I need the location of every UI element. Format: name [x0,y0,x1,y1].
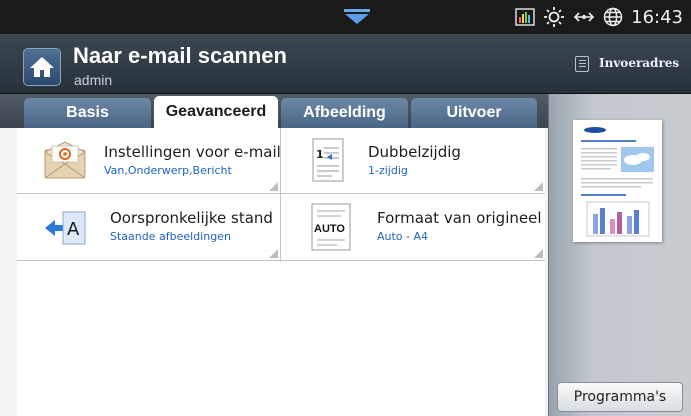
page-title: Naar e-mail scannen [73,43,287,68]
network-arrows-icon [573,12,595,22]
option-label: Formaat van origineel [377,209,542,227]
tab-basis[interactable]: Basis [24,98,151,128]
programs-button[interactable]: Programma's [557,382,683,412]
signal-bars-icon [515,8,535,26]
corner-indicator [269,249,278,258]
preview-panel: Programma's [548,94,691,416]
address-book-icon[interactable] [575,56,589,72]
svg-text:AUTO: AUTO [314,223,345,235]
title-bar: Naar e-mail scannen admin Invoeradres [0,34,691,94]
option-orientation[interactable]: A Oorspronkelijke stand Staande afbeeldi… [17,195,280,261]
preview-page-graphic [581,127,654,237]
document-preview-thumbnail[interactable] [573,120,662,242]
email-envelope-icon [43,141,87,179]
corner-indicator [534,182,543,191]
svg-text:A: A [67,219,80,240]
tab-uitvoer[interactable]: Uitvoer [411,98,537,128]
globe-icon [603,7,623,27]
corner-indicator [269,182,278,191]
option-value: 1-zijdig [368,164,408,177]
option-original-size[interactable]: AUTO Formaat van origineel Auto - A4 [281,195,545,261]
toner-sun-icon [544,7,565,27]
option-label: Instellingen voor e-mail [104,143,281,161]
address-input-link[interactable]: Invoeradres [599,56,679,70]
options-panel: Instellingen voor e-mail Van,Onderwerp,B… [17,128,545,416]
option-value: Staande afbeeldingen [110,230,231,243]
tab-afbeelding[interactable]: Afbeelding [281,98,408,128]
user-name: admin [74,72,113,88]
option-email-settings[interactable]: Instellingen voor e-mail Van,Onderwerp,B… [17,128,281,194]
orientation-arrow-icon: A [45,211,86,245]
option-label: Dubbelzijdig [368,143,461,161]
auto-size-icon: AUTO [311,203,351,251]
option-value: Van,Onderwerp,Bericht [104,164,232,177]
corner-indicator [534,249,543,258]
duplex-page-icon: 1 [312,138,344,182]
status-bar: 16:43 [0,0,691,34]
tab-geavanceerd[interactable]: Geavanceerd [154,96,278,128]
notification-pulldown-icon[interactable] [344,9,370,25]
option-label: Oorspronkelijke stand [110,209,273,227]
option-duplex[interactable]: 1 Dubbelzijdig 1-zijdig [281,128,545,194]
home-button[interactable] [23,48,61,86]
status-time: 16:43 [631,6,683,28]
home-icon [30,57,54,77]
option-value: Auto - A4 [377,230,429,243]
svg-text:1: 1 [316,148,324,161]
tab-strip: Basis Geavanceerd Afbeelding Uitvoer [0,94,548,128]
